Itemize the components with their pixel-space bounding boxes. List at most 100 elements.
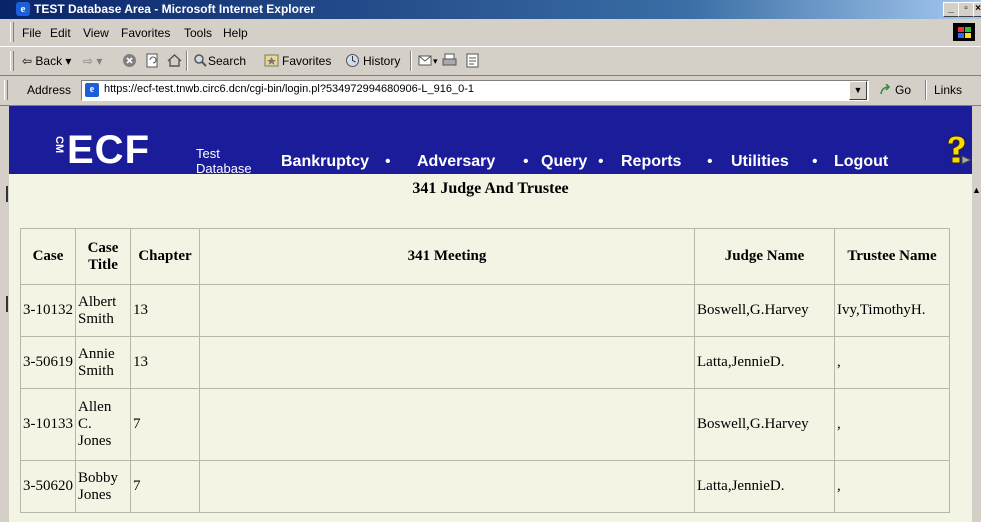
favorites-button[interactable]: Favorites	[282, 54, 331, 68]
address-dropdown-button[interactable]: ▼	[849, 81, 867, 100]
window-title: TEST Database Area - Microsoft Internet …	[34, 2, 315, 16]
page-heading: 341 Judge And Trustee	[412, 180, 569, 197]
nav-separator: •	[523, 153, 529, 170]
cell-trustee-name: ,	[834, 388, 950, 461]
col-341-meeting: 341 Meeting	[199, 228, 695, 285]
minimize-button[interactable]: _	[943, 2, 959, 17]
nav-utilities[interactable]: Utilities	[731, 153, 789, 171]
forward-button[interactable]: ⇨ ▾	[83, 54, 102, 68]
toolbar-separator	[410, 51, 412, 71]
col-case-title: Case Title	[75, 228, 131, 285]
go-button[interactable]: Go	[895, 83, 911, 97]
nav-bankruptcy[interactable]: Bankruptcy	[281, 153, 369, 171]
cell-case: 3-50619	[20, 336, 76, 389]
ecf-logo: ECF	[67, 128, 150, 172]
cell-chapter: 13	[130, 336, 200, 389]
cell-case-title: Annie Smith	[75, 336, 131, 389]
go-arrow-icon	[880, 84, 891, 95]
back-button[interactable]: ⇦ Back ▾	[22, 54, 71, 68]
cell-trustee-name: Ivy,TimothyH.	[834, 284, 950, 337]
back-label: Back	[35, 54, 63, 68]
menu-help[interactable]: Help	[223, 26, 248, 40]
cell-judge-name: Latta,JennieD.	[694, 336, 835, 389]
nav-logout[interactable]: Logout	[834, 153, 888, 171]
frame-marker	[6, 296, 8, 312]
address-label: Address	[27, 83, 72, 97]
menu-edit[interactable]: Edit	[50, 26, 71, 40]
cell-341-meeting	[199, 284, 695, 337]
toolbar-separator	[925, 80, 927, 100]
search-icon	[194, 54, 207, 67]
page-icon: e	[85, 83, 99, 97]
test-database-label: Test Database	[196, 146, 252, 176]
test-database-line1: Test	[196, 146, 220, 161]
window-title-bar[interactable]: e TEST Database Area - Microsoft Interne…	[0, 0, 981, 19]
menu-file[interactable]: File	[22, 26, 41, 40]
standard-toolbar: ⇦ Back ▾ ⇨ ▾ Search Favorites History ▾	[0, 47, 981, 76]
judge-trustee-table: Case Case Title Chapter 341 Meeting Judg…	[20, 228, 950, 513]
menu-tools[interactable]: Tools	[184, 26, 212, 40]
history-icon	[346, 54, 359, 67]
cell-chapter: 13	[130, 284, 200, 337]
cell-trustee-name: ,	[834, 460, 950, 513]
nav-query[interactable]: Query	[541, 153, 587, 171]
cell-341-meeting	[199, 388, 695, 461]
print-icon[interactable]	[442, 53, 457, 68]
left-frame-edge	[0, 106, 9, 522]
address-url: https://ecf-test.tnwb.circ6.dcn/cgi-bin/…	[104, 83, 474, 95]
toolbar-grip	[10, 51, 14, 71]
cell-judge-name: Latta,JennieD.	[694, 460, 835, 513]
cell-case-title: Albert Smith	[75, 284, 131, 337]
address-bar: Address e https://ecf-test.tnwb.circ6.dc…	[0, 76, 981, 106]
menu-bar: File Edit View Favorites Tools Help	[0, 19, 981, 47]
table-row: 3-10133 Allen C. Jones 7 Boswell,G.Harve…	[20, 388, 950, 461]
search-button[interactable]: Search	[208, 54, 246, 68]
nav-separator: •	[707, 153, 713, 170]
cell-341-meeting	[199, 460, 695, 513]
cell-case: 3-50620	[20, 460, 76, 513]
nav-separator: •	[598, 153, 604, 170]
maximize-button[interactable]: ▫	[958, 2, 974, 17]
windows-logo-icon	[953, 23, 975, 41]
nav-adversary[interactable]: Adversary	[417, 153, 495, 171]
menu-grip	[10, 22, 14, 42]
ecf-logo-mark: CM	[53, 136, 65, 154]
close-button[interactable]: ×	[973, 2, 981, 17]
home-icon[interactable]	[167, 53, 182, 68]
menu-favorites[interactable]: Favorites	[121, 26, 170, 40]
col-chapter: Chapter	[130, 228, 200, 285]
address-input[interactable]: e https://ecf-test.tnwb.circ6.dcn/cgi-bi…	[81, 80, 869, 101]
refresh-icon[interactable]	[145, 53, 160, 68]
table-row: 3-50620 Bobby Jones 7 Latta,JennieD. ,	[20, 460, 950, 513]
links-button[interactable]: Links	[934, 83, 962, 97]
nav-separator: •	[385, 153, 391, 170]
nav-reports[interactable]: Reports	[621, 153, 681, 171]
col-judge-name: Judge Name	[694, 228, 835, 285]
cell-case: 3-10133	[20, 388, 76, 461]
cell-chapter: 7	[130, 388, 200, 461]
help-icon[interactable]	[942, 134, 972, 168]
col-case: Case	[20, 228, 76, 285]
vertical-scrollbar[interactable]: ▲	[972, 106, 981, 522]
favorites-icon	[264, 54, 279, 67]
frame-marker	[6, 186, 8, 202]
table-row: 3-10132 Albert Smith 13 Boswell,G.Harvey…	[20, 284, 950, 337]
cell-judge-name: Boswell,G.Harvey	[694, 284, 835, 337]
test-database-line2: Database	[196, 161, 252, 176]
cell-trustee-name: ,	[834, 336, 950, 389]
history-button[interactable]: History	[363, 54, 400, 68]
cell-chapter: 7	[130, 460, 200, 513]
cell-judge-name: Boswell,G.Harvey	[694, 388, 835, 461]
mail-icon[interactable]	[418, 53, 433, 68]
stop-icon[interactable]	[122, 53, 137, 68]
cell-case-title: Bobby Jones	[75, 460, 131, 513]
menu-view[interactable]: View	[83, 26, 109, 40]
cell-case-title: Allen C. Jones	[75, 388, 131, 461]
edit-page-icon[interactable]	[465, 53, 480, 68]
mail-dropdown-icon[interactable]: ▾	[433, 56, 438, 67]
col-trustee-name: Trustee Name	[834, 228, 950, 285]
toolbar-separator	[186, 51, 188, 71]
scroll-up-button[interactable]: ▲	[972, 182, 981, 198]
nav-separator: •	[812, 153, 818, 170]
address-grip	[4, 80, 8, 100]
